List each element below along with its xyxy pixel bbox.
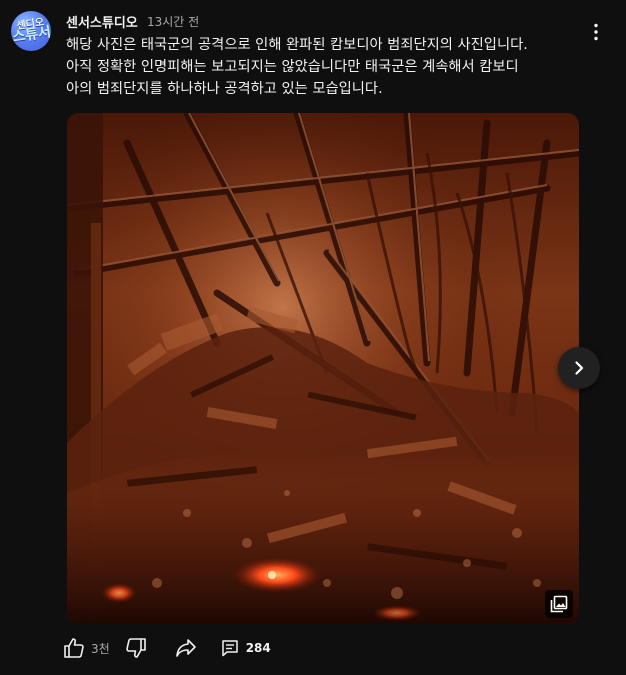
like-button[interactable]: 3천 [62, 636, 110, 660]
thumbs-up-icon [64, 638, 84, 658]
avatar-logo: 센디오 스튜서 [11, 17, 51, 46]
action-bar: 3천 284 [62, 634, 271, 662]
post-text: 해당 사진은 태국군의 공격으로 인해 완파된 캄보디아 범죄단지의 사진입니다… [66, 34, 596, 100]
post-image[interactable] [67, 113, 579, 624]
post-text-line: 해당 사진은 태국군의 공격으로 인해 완파된 캄보디아 범죄단지의 사진입니다… [66, 37, 528, 53]
comments-button[interactable]: 284 [220, 638, 271, 658]
like-count: 3천 [91, 641, 110, 656]
share-button[interactable] [174, 636, 198, 660]
post-text-line: 아의 범죄단지를 하나하나 공격하고 있는 모습입니다. [66, 81, 383, 97]
gallery-icon [550, 595, 568, 613]
share-icon [175, 639, 196, 657]
channel-name[interactable]: 센서스튜디오 [66, 12, 138, 31]
fire-ruins-photo [67, 113, 579, 624]
next-image-button[interactable] [558, 347, 600, 389]
community-post: 센디오 스튜서 센서스튜디오 13시간 전 해당 사진은 태국군의 공격으로 인… [0, 0, 626, 675]
comment-count: 284 [245, 641, 271, 655]
thumbs-down-icon [125, 638, 146, 658]
chevron-right-icon [575, 361, 584, 375]
post-text-line: 아직 정확한 인명피해는 보고되지는 않았습니다만 태국군은 계속해서 캄보디 [66, 59, 519, 75]
channel-avatar[interactable]: 센디오 스튜서 [11, 11, 51, 51]
post-timestamp[interactable]: 13시간 전 [147, 13, 199, 30]
image-gallery-badge [545, 590, 573, 618]
comment-icon [221, 640, 238, 657]
dislike-button[interactable] [124, 636, 148, 660]
